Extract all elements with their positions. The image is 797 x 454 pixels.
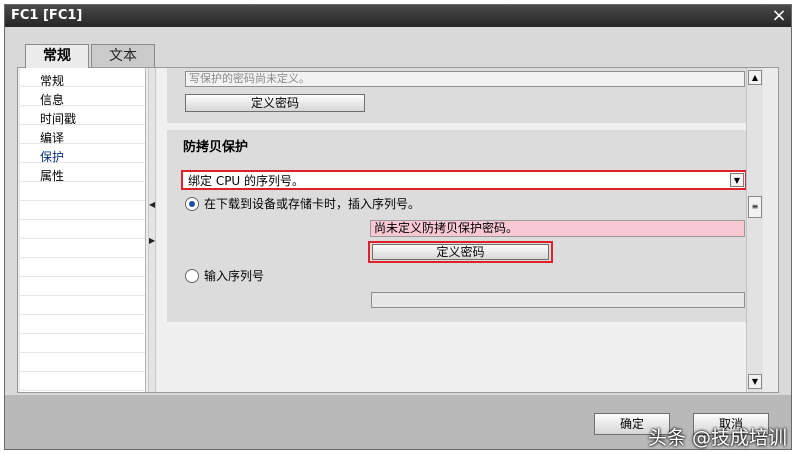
protection-mode-dropdown[interactable]: 绑定 CPU 的序列号。 ▼ [181,170,747,190]
close-icon[interactable]: × [769,5,789,26]
copy-protection-group: 防拷贝保护 绑定 CPU 的序列号。 ▼ 在下载到设备或存储卡时，插入序列号。 … [167,130,757,322]
sidebar-item-attributes[interactable]: 属性 [40,167,64,185]
scroll-down-icon[interactable]: ▼ [748,374,762,389]
watermark-text: 头条 @技成培训 [647,427,787,449]
radio-insert-serial-label: 在下载到设备或存储卡时，插入序列号。 [204,197,421,211]
sidebar-item-compile[interactable]: 编译 [40,129,64,147]
scroll-thumb[interactable]: ≡ [748,196,762,218]
expand-right-icon[interactable]: ▶ [149,236,155,245]
sidebar-item-info[interactable]: 信息 [40,91,64,109]
chevron-down-icon[interactable]: ▼ [730,173,744,187]
title-bar: FC1 [FC1] × [5,5,791,27]
write-protect-status-field: 写保护的密码尚未定义。 [185,71,745,87]
radio-insert-serial[interactable] [185,197,199,211]
tab-general[interactable]: 常规 [25,44,89,68]
tab-panel: 常规 信息 时间戳 编译 保护 属性 ◀ ▶ 写保护的密码尚未定义。 定义密码 … [17,67,779,393]
scroll-up-icon[interactable]: ▲ [748,70,762,85]
pane-splitter[interactable]: ◀ ▶ [148,68,156,392]
define-copy-password-button[interactable]: 定义密码 [372,244,549,260]
sidebar-nav: 常规 信息 时间戳 编译 保护 属性 [20,68,146,392]
sidebar-item-timestamp[interactable]: 时间戳 [40,110,76,128]
protection-mode-value: 绑定 CPU 的序列号。 [188,174,305,188]
properties-content: 写保护的密码尚未定义。 定义密码 防拷贝保护 绑定 CPU 的序列号。 ▼ 在下… [157,68,763,392]
properties-dialog: FC1 [FC1] × 常规 文本 常规 信息 时间戳 编译 保护 属性 ◀ ▶… [4,4,792,450]
dialog-body: 常规 文本 常规 信息 时间戳 编译 保护 属性 ◀ ▶ 写保护的密码尚未定义。… [5,27,791,395]
tab-text[interactable]: 文本 [91,44,155,67]
copy-password-status-field: 尚未定义防拷贝保护密码。 [370,220,745,237]
sidebar-item-protection[interactable]: 保护 [40,148,64,166]
radio-enter-serial[interactable] [185,269,199,283]
sidebar-item-general[interactable]: 常规 [40,72,64,90]
radio-enter-serial-label: 输入序列号 [204,269,265,283]
copy-protection-title: 防拷贝保护 [183,140,249,155]
write-protection-group: 写保护的密码尚未定义。 定义密码 [167,68,757,123]
vertical-scrollbar[interactable]: ▲ ≡ ▼ [746,68,763,392]
define-write-password-button[interactable]: 定义密码 [185,94,365,112]
window-title: FC1 [FC1] [11,8,83,23]
collapse-left-icon[interactable]: ◀ [149,200,155,209]
serial-number-input[interactable] [371,292,745,308]
